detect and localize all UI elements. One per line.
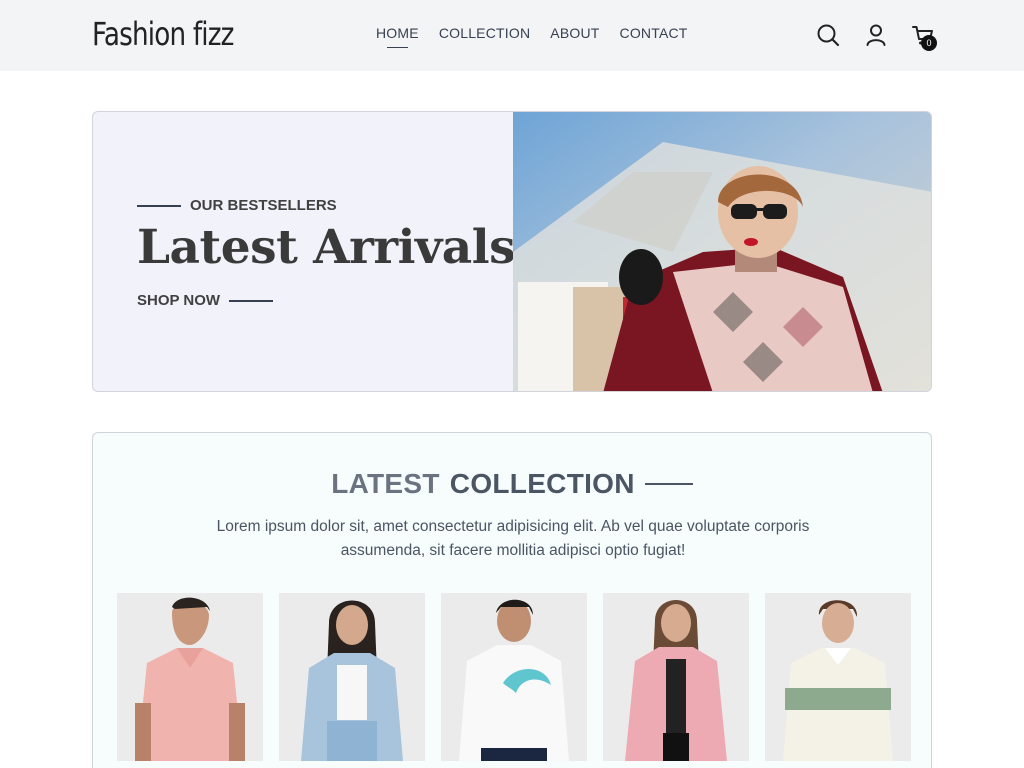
product-image <box>117 593 263 761</box>
collection-title: LATEST COLLECTION <box>93 468 931 500</box>
collection-title-line <box>644 483 693 485</box>
product-image <box>603 593 749 761</box>
hero-text-panel: OUR BESTSELLERS Latest Arrivals SHOP NOW <box>93 112 516 391</box>
latest-collection-section: LATEST COLLECTION Lorem ipsum dolor sit, … <box>92 432 932 768</box>
user-icon[interactable] <box>863 22 889 48</box>
main-nav: HOME COLLECTION ABOUT CONTACT <box>376 24 688 48</box>
nav-contact[interactable]: CONTACT <box>620 24 688 44</box>
hero-eyebrow: OUR BESTSELLERS <box>137 197 337 214</box>
product-image <box>279 593 425 761</box>
shop-now-line <box>229 299 274 302</box>
hero-banner: OUR BESTSELLERS Latest Arrivals SHOP NOW <box>92 111 932 392</box>
nav-home[interactable]: HOME <box>376 24 419 48</box>
search-icon[interactable] <box>815 22 841 48</box>
product-image <box>441 593 587 761</box>
product-grid <box>117 593 911 761</box>
collection-title-bold: COLLECTION <box>449 468 635 499</box>
product-card[interactable] <box>279 593 425 761</box>
hero-title: Latest Arrivals <box>137 220 516 275</box>
product-card[interactable] <box>603 593 749 761</box>
site-header: Fashion fizz HOME COLLECTION ABOUT CONTA… <box>0 0 1024 71</box>
hero-image <box>513 112 931 391</box>
eyebrow-line <box>137 204 181 207</box>
eyebrow-label: OUR BESTSELLERS <box>190 197 337 214</box>
nav-about[interactable]: ABOUT <box>550 24 599 44</box>
cart-count-badge: 0 <box>921 35 937 51</box>
brand-logo[interactable]: Fashion fizz <box>92 15 234 53</box>
collection-title-light: LATEST <box>331 468 440 499</box>
shop-now-button[interactable]: SHOP NOW <box>137 292 274 309</box>
product-image <box>765 593 911 761</box>
product-card[interactable] <box>117 593 263 761</box>
nav-collection[interactable]: COLLECTION <box>439 24 530 44</box>
product-card[interactable] <box>441 593 587 761</box>
product-card[interactable] <box>765 593 911 761</box>
collection-description: Lorem ipsum dolor sit, amet consectetur … <box>216 518 810 559</box>
shop-now-label[interactable]: SHOP NOW <box>137 292 220 309</box>
